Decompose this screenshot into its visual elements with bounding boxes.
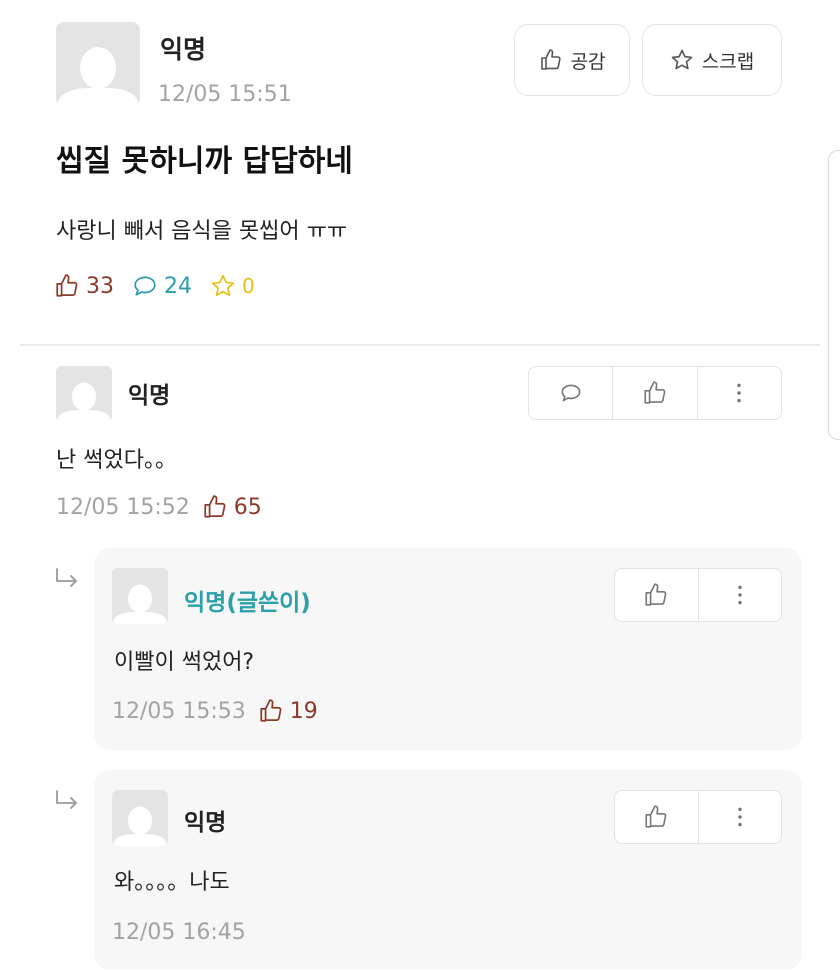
avatar-icon xyxy=(112,790,168,846)
scrap-button-label: 스크랩 xyxy=(701,50,755,73)
avatar xyxy=(56,22,140,106)
post-stats: 33 24 0 xyxy=(54,273,255,299)
reply-like-button[interactable] xyxy=(615,569,698,621)
post-author: 익명 xyxy=(160,35,207,64)
like-count: 33 xyxy=(54,273,114,299)
reply-author: 익명 xyxy=(184,810,227,836)
more-button[interactable] xyxy=(696,367,781,419)
reply-like-value: 19 xyxy=(289,698,318,724)
reply-text: 와。。。。나도 xyxy=(114,870,230,895)
reply-text: 이빨이 썩었어? xyxy=(114,650,255,675)
reply-date: 12/05 15:53 xyxy=(112,698,246,724)
thumbs-up-icon xyxy=(260,699,282,722)
reply-author: 익명(글쓴이) xyxy=(184,590,311,616)
divider xyxy=(20,344,820,346)
thumbs-up-icon xyxy=(644,381,666,404)
reply-meta: 12/05 15:53 19 xyxy=(112,698,318,724)
scrap-count: 0 xyxy=(210,273,255,299)
comment-text: 난 썩었다。。 xyxy=(56,448,177,473)
more-vertical-icon xyxy=(737,383,742,403)
star-icon xyxy=(671,49,693,70)
like-button-label: 공감 xyxy=(570,50,606,73)
like-count-value: 33 xyxy=(86,273,114,299)
reply-button[interactable] xyxy=(529,367,612,419)
scrap-count-value: 0 xyxy=(242,274,255,298)
comment-actions xyxy=(528,366,782,420)
reply-actions xyxy=(614,568,782,622)
reply-more-button[interactable] xyxy=(697,569,782,621)
speech-bubble-icon xyxy=(134,276,156,296)
reply-arrow-icon xyxy=(56,790,77,809)
comment-author: 익명 xyxy=(128,383,171,409)
avatar-icon xyxy=(56,366,112,422)
post-body: 사랑니 빼서 음식을 못씹어 ㅠㅠ xyxy=(56,219,348,244)
comment-count: 24 xyxy=(132,273,192,299)
avatar-icon xyxy=(112,568,168,624)
thumbs-up-icon xyxy=(204,495,226,518)
reply-like-count: 19 xyxy=(258,698,318,724)
reply-date: 12/05 16:45 xyxy=(112,920,246,945)
scrollbar[interactable] xyxy=(828,150,840,440)
star-icon xyxy=(211,274,235,297)
more-vertical-icon xyxy=(738,807,742,827)
reply-arrow-icon xyxy=(56,568,77,587)
reply-like-button[interactable] xyxy=(615,791,698,843)
post-title: 씹질 못하니까 답답하네 xyxy=(56,144,353,179)
avatar-icon xyxy=(56,22,140,106)
reply-avatar xyxy=(112,568,168,624)
like-button[interactable]: 공감 xyxy=(514,24,630,96)
comment-meta: 12/05 15:52 65 xyxy=(56,494,262,520)
reply-meta: 12/05 16:45 xyxy=(112,920,246,945)
reply-more-button[interactable] xyxy=(697,791,782,843)
reply-avatar xyxy=(112,790,168,846)
scrap-button[interactable]: 스크랩 xyxy=(642,24,782,96)
thumbs-up-icon xyxy=(645,805,667,828)
comment-like-button[interactable] xyxy=(612,367,696,419)
post-date: 12/05 15:51 xyxy=(158,82,292,107)
comment-avatar xyxy=(56,366,112,422)
comment-like-value: 65 xyxy=(233,494,262,520)
reply-actions xyxy=(614,790,782,844)
thumbs-up-icon xyxy=(645,583,667,606)
thumbs-up-icon xyxy=(56,274,78,297)
comment-count-value: 24 xyxy=(164,273,192,299)
speech-bubble-icon xyxy=(561,384,581,402)
thumbs-up-icon xyxy=(540,49,561,70)
comment-like-count: 65 xyxy=(202,494,262,520)
more-vertical-icon xyxy=(738,585,742,605)
comment-date: 12/05 15:52 xyxy=(56,494,190,520)
